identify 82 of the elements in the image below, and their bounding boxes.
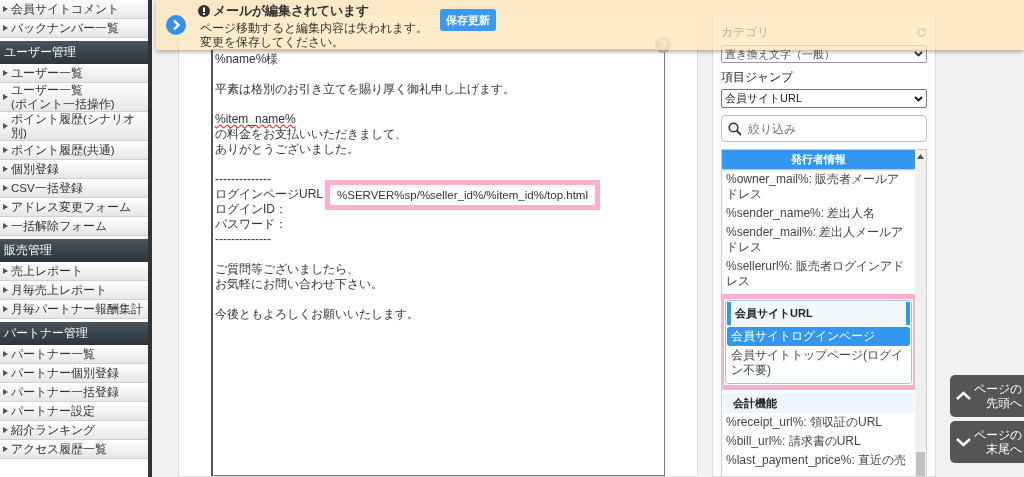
mail-text-line: %name%様 xyxy=(215,52,279,67)
scroll-thumb[interactable] xyxy=(916,452,925,476)
chevron-down-icon xyxy=(914,95,923,102)
sidebar-item[interactable]: 売上レポート xyxy=(0,262,148,281)
sidebar-item[interactable]: 一括解除フォーム xyxy=(0,217,148,236)
triangle-icon xyxy=(3,147,8,153)
mail-text-line: ご質問等ございましたら、 xyxy=(215,262,359,277)
toast-message: ページ移動すると編集内容は失われます。 変更を保存してください。 xyxy=(200,20,428,49)
option-item[interactable]: %owner_mail%: 販売者メールアドレス xyxy=(722,170,915,204)
sidebar-item[interactable]: ポイント履歴(共通) xyxy=(0,141,148,160)
sidebar-item[interactable]: ポイント履歴(シナリオ別) xyxy=(0,112,148,141)
mail-text-line: %item_name% xyxy=(215,112,296,127)
sidebar-item[interactable]: 紹介ランキング xyxy=(0,421,148,440)
scroll-up-icon[interactable] xyxy=(917,154,924,159)
search-icon xyxy=(728,122,742,136)
sidebar-item[interactable]: CSV一括登録 xyxy=(0,179,148,198)
triangle-icon xyxy=(3,351,8,357)
mail-text-line: ログインページURL xyxy=(215,187,323,202)
sidebar-item[interactable]: バックナンバー一覧 xyxy=(0,19,148,38)
sidebar-item[interactable]: パートナー一括登録 xyxy=(0,383,148,402)
sidebar-section-header: 販売管理 xyxy=(0,239,148,262)
toast-title: メールが編集されています xyxy=(213,2,369,21)
triangle-icon xyxy=(3,370,8,376)
mail-text-line: ログインID： xyxy=(215,202,287,217)
sidebar-item[interactable]: アドレス変更フォーム xyxy=(0,198,148,217)
triangle-icon xyxy=(3,223,8,229)
sidebar-item[interactable]: 月毎パートナー報酬集計 xyxy=(0,300,148,319)
triangle-icon xyxy=(3,185,8,191)
sidebar-item[interactable]: パートナー一覧 xyxy=(0,345,148,364)
sidebar-item[interactable]: パートナー個別登録 xyxy=(0,364,148,383)
triangle-icon xyxy=(3,70,8,76)
scroll-to-top-button[interactable]: ページの 先頭へ xyxy=(950,375,1024,417)
mail-text-line: お気軽にお問い合わせ下さい。 xyxy=(215,277,383,292)
group-header[interactable]: 会計機能 xyxy=(723,392,914,413)
group-header[interactable]: 会員サイトURL xyxy=(727,302,910,325)
sidebar-item[interactable]: アクセス履歴一覧 xyxy=(0,440,148,459)
sidebar-item[interactable]: ユーザー一覧 xyxy=(0,64,148,83)
triangle-icon xyxy=(3,287,8,293)
option-item[interactable]: %bill_url%: 請求書のURL xyxy=(722,432,915,451)
triangle-icon xyxy=(3,94,8,100)
sidebar-item[interactable]: 月毎売上レポート xyxy=(0,281,148,300)
triangle-icon xyxy=(3,204,8,210)
mail-text-line: 平素は格別のお引き立てを賜り厚く御礼申し上げます。 xyxy=(215,82,515,97)
option-item[interactable]: 会員サイトトップページ(ログイン不要) xyxy=(727,345,910,380)
chevron-right-icon[interactable] xyxy=(166,15,186,35)
mail-text-line: ありがとうございました。 xyxy=(215,142,359,157)
exclamation-icon xyxy=(198,5,210,17)
sidebar-item[interactable]: パートナー設定 xyxy=(0,402,148,421)
mail-text-line: の料金をお支払いいただきまして、 xyxy=(215,127,407,142)
mail-text-line: -------------- xyxy=(215,172,271,187)
triangle-icon xyxy=(3,166,8,172)
mail-text-line: 今後ともよろしくお願いいたします。 xyxy=(215,307,419,322)
option-item[interactable]: %last_payment_price%: 直近の売 xyxy=(722,451,915,470)
scroll-to-bottom-button[interactable]: ページの 末尾へ xyxy=(950,421,1024,463)
triangle-icon xyxy=(3,446,8,452)
search-field[interactable]: 絞り込み xyxy=(721,115,927,142)
triangle-icon xyxy=(3,389,8,395)
sidebar-section-header: ユーザー管理 xyxy=(0,41,148,64)
chevron-down-icon xyxy=(914,51,923,57)
triangle-icon xyxy=(3,268,8,274)
triangle-icon xyxy=(3,306,8,312)
option-item[interactable]: %sellerurl%: 販売者ログインアドレス xyxy=(722,257,915,291)
chevron-down-icon xyxy=(956,437,971,447)
jump-label: 項目ジャンプ xyxy=(721,69,795,86)
triangle-icon xyxy=(3,408,8,414)
triangle-icon xyxy=(3,123,8,129)
triangle-icon xyxy=(3,6,8,12)
option-item[interactable]: %sender_name%: 差出人名 xyxy=(722,204,915,223)
jump-select[interactable]: 会員サイトURL xyxy=(721,89,927,108)
sidebar-section-header: パートナー管理 xyxy=(0,322,148,345)
sidebar-item[interactable]: 会員サイトコメント xyxy=(0,0,148,19)
option-item[interactable]: %receipt_url%: 領収証のURL xyxy=(722,413,915,432)
triangle-icon xyxy=(3,25,8,31)
chevron-up-icon xyxy=(956,391,971,401)
option-item[interactable]: %sender_mail%: 差出人メールアドレス xyxy=(722,223,915,257)
mail-text-line: -------------- xyxy=(215,232,271,247)
sidebar-item[interactable]: ユーザー一覧 (ポイント一括操作) xyxy=(0,83,148,112)
mail-text-line: パスワード： xyxy=(215,217,287,232)
highlighted-url: %SERVER%sp/%seller_id%/%item_id%/top.html xyxy=(325,179,600,210)
scrollbar[interactable] xyxy=(915,150,926,476)
triangle-icon xyxy=(3,427,8,433)
sidebar-item[interactable]: 個別登録 xyxy=(0,160,148,179)
